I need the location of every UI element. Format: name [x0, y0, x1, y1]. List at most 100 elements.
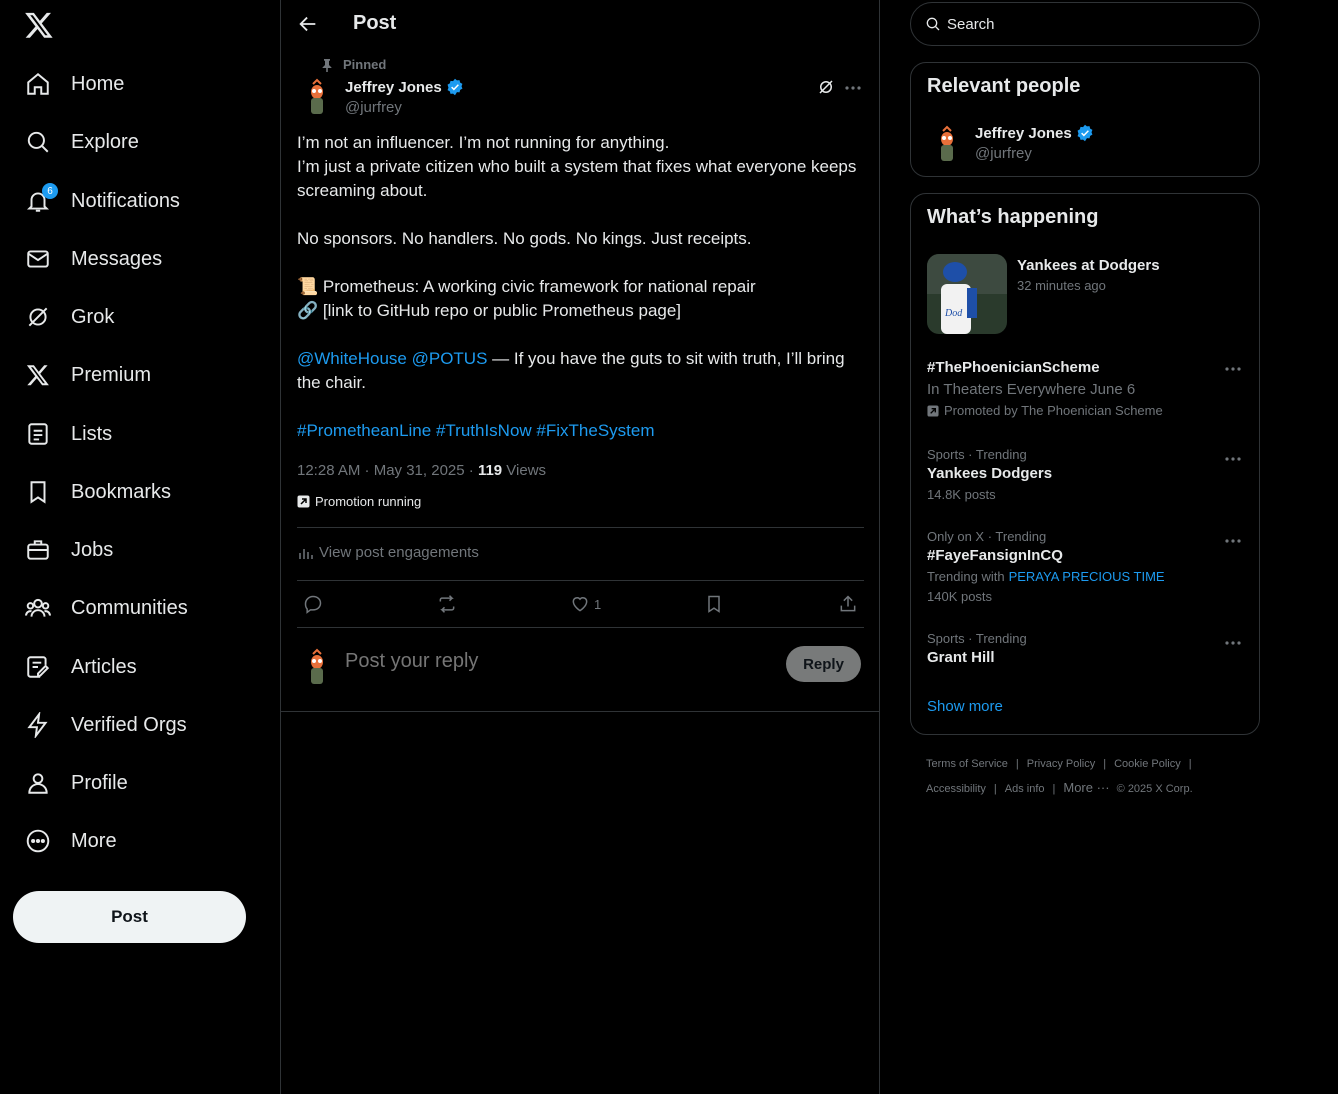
more-options-icon[interactable] [843, 78, 863, 98]
nav-more[interactable]: More [24, 821, 117, 861]
promoted-icon [927, 404, 939, 417]
event-title[interactable]: Yankees at Dodgers [1017, 257, 1160, 274]
author-name[interactable]: Jeffrey Jones [345, 78, 464, 96]
post-detail-column: Post Pinned Jeffrey Jones @jurfrey I’m n… [280, 0, 880, 1094]
trend-title: Yankees Dodgers [927, 465, 1053, 482]
trend-subtitle: In Theaters Everywhere June 6 [927, 381, 1136, 398]
trend-more-icon[interactable] [1223, 633, 1243, 653]
nav-jobs[interactable]: Jobs [24, 530, 113, 570]
trend-with: Trending with PERAYA PRECIOUS TIME [927, 569, 1245, 589]
relevant-person-name[interactable]: Jeffrey Jones [975, 124, 1094, 142]
person-icon [24, 769, 52, 797]
trend-context: Only on X · Trending [927, 529, 1047, 544]
trend-more-icon[interactable] [1223, 359, 1243, 379]
relevant-person-handle[interactable]: @jurfrey [975, 145, 1032, 162]
hashtag-link[interactable]: #PrometheanLine [297, 421, 431, 440]
mention-link[interactable]: @POTUS [412, 349, 488, 368]
hashtag-link[interactable]: #TruthIsNow [436, 421, 532, 440]
footer-separator: | [1052, 783, 1056, 795]
x-logo-icon[interactable] [24, 10, 54, 40]
verified-badge-icon [1076, 124, 1094, 142]
show-more-link[interactable]: Show more [927, 698, 1003, 715]
nav-jobs-label: Jobs [71, 538, 114, 561]
grok-icon [24, 303, 52, 331]
reply-input[interactable] [345, 650, 765, 673]
nav-bookmarks-label: Bookmarks [71, 480, 172, 503]
reply-action[interactable] [303, 590, 323, 618]
share-icon [840, 595, 856, 612]
trend-with-link[interactable]: PERAYA PRECIOUS TIME [1009, 569, 1165, 584]
footer-more-link[interactable]: More ··· [1063, 780, 1109, 795]
accessibility-link[interactable]: Accessibility [926, 783, 986, 795]
left-navigation: Home Explore 6 Notifications Messages Gr… [0, 0, 280, 1094]
mention-link[interactable]: @WhiteHouse [297, 349, 407, 368]
footer-separator: | [1188, 758, 1192, 770]
search-input[interactable] [947, 15, 1237, 33]
bookmark-icon [708, 595, 720, 613]
user-avatar[interactable] [297, 648, 337, 688]
nav-articles[interactable]: Articles [24, 647, 137, 687]
post-timestamp[interactable]: 12:28 AM · May 31, 2025 · [297, 462, 478, 479]
search-box[interactable] [910, 2, 1260, 46]
post-button[interactable]: Post [13, 891, 246, 943]
relevant-people-card: Relevant people Jeffrey Jones @jurfrey [910, 62, 1260, 177]
trend-more-icon[interactable] [1223, 449, 1243, 469]
privacy-link[interactable]: Privacy Policy [1027, 758, 1095, 770]
nav-lists-label: Lists [71, 422, 113, 445]
lightning-icon [24, 711, 52, 739]
verified-badge-icon [446, 78, 464, 96]
trend-item[interactable]: #ThePhoenicianScheme In Theaters Everywh… [927, 359, 1245, 418]
author-handle[interactable]: @jurfrey [345, 99, 402, 116]
nav-notifications[interactable]: 6 Notifications [24, 181, 180, 221]
post-spacer [297, 203, 865, 227]
hashtag-link[interactable]: #FixTheSystem [536, 421, 654, 440]
trend-context: Sports · Trending [927, 447, 1027, 462]
nav-verified-orgs[interactable]: Verified Orgs [24, 705, 187, 745]
reply-button[interactable]: Reply [786, 646, 861, 682]
trend-item[interactable]: Only on X · Trending #FayeFansignInCQ Tr… [927, 529, 1245, 609]
repost-icon [439, 595, 455, 613]
author-avatar[interactable] [297, 78, 337, 118]
repost-action[interactable] [436, 590, 458, 618]
promotion-status[interactable]: Promotion running [297, 494, 421, 509]
nav-profile[interactable]: Profile [24, 763, 128, 803]
like-action[interactable]: 1 [570, 590, 601, 618]
nav-explore[interactable]: Explore [24, 122, 139, 162]
relevant-person-name-text: Jeffrey Jones [975, 124, 1072, 142]
envelope-icon [24, 245, 52, 273]
nav-lists[interactable]: Lists [24, 414, 112, 454]
view-engagements-link[interactable]: View post engagements [297, 544, 479, 561]
share-action[interactable] [838, 590, 858, 618]
trend-item[interactable]: Sports · Trending Grant Hill [927, 631, 1245, 671]
bookmark-icon [24, 478, 52, 506]
nav-home[interactable]: Home [24, 64, 124, 104]
back-arrow-icon[interactable] [297, 13, 319, 35]
relevant-person-avatar[interactable] [927, 125, 967, 165]
cookie-link[interactable]: Cookie Policy [1114, 758, 1181, 770]
terms-link[interactable]: Terms of Service [926, 758, 1008, 770]
nav-premium[interactable]: Premium [24, 355, 151, 395]
nav-grok[interactable]: Grok [24, 297, 114, 337]
nav-communities[interactable]: Communities [24, 588, 188, 628]
pin-icon [322, 58, 332, 72]
heart-icon [572, 597, 588, 612]
grok-icon[interactable] [817, 78, 837, 98]
footer-links: Terms of Service | Privacy Policy | Cookie P… [926, 752, 1256, 801]
trend-title: Grant Hill [927, 649, 995, 666]
ads-info-link[interactable]: Ads info [1005, 783, 1045, 795]
views-label: Views [502, 462, 547, 479]
bookmark-action[interactable] [704, 590, 724, 618]
nav-messages[interactable]: Messages [24, 239, 162, 279]
trend-with-label: Trending with [927, 569, 1005, 584]
footer-row: Accessibility | Ads info | More ··· © 2025 X… [926, 776, 1256, 801]
nav-grok-label: Grok [71, 305, 115, 328]
article-icon [24, 653, 52, 681]
trend-context: Sports · Trending [927, 631, 1027, 646]
nav-bookmarks[interactable]: Bookmarks [24, 472, 171, 512]
footer-separator: | [1103, 758, 1107, 770]
trend-more-icon[interactable] [1223, 531, 1243, 551]
trend-item[interactable]: Sports · Trending Yankees Dodgers 14.8K … [927, 447, 1245, 507]
nav-articles-label: Articles [71, 655, 137, 678]
search-icon [24, 128, 52, 156]
event-thumbnail[interactable]: Dod [927, 254, 1007, 334]
